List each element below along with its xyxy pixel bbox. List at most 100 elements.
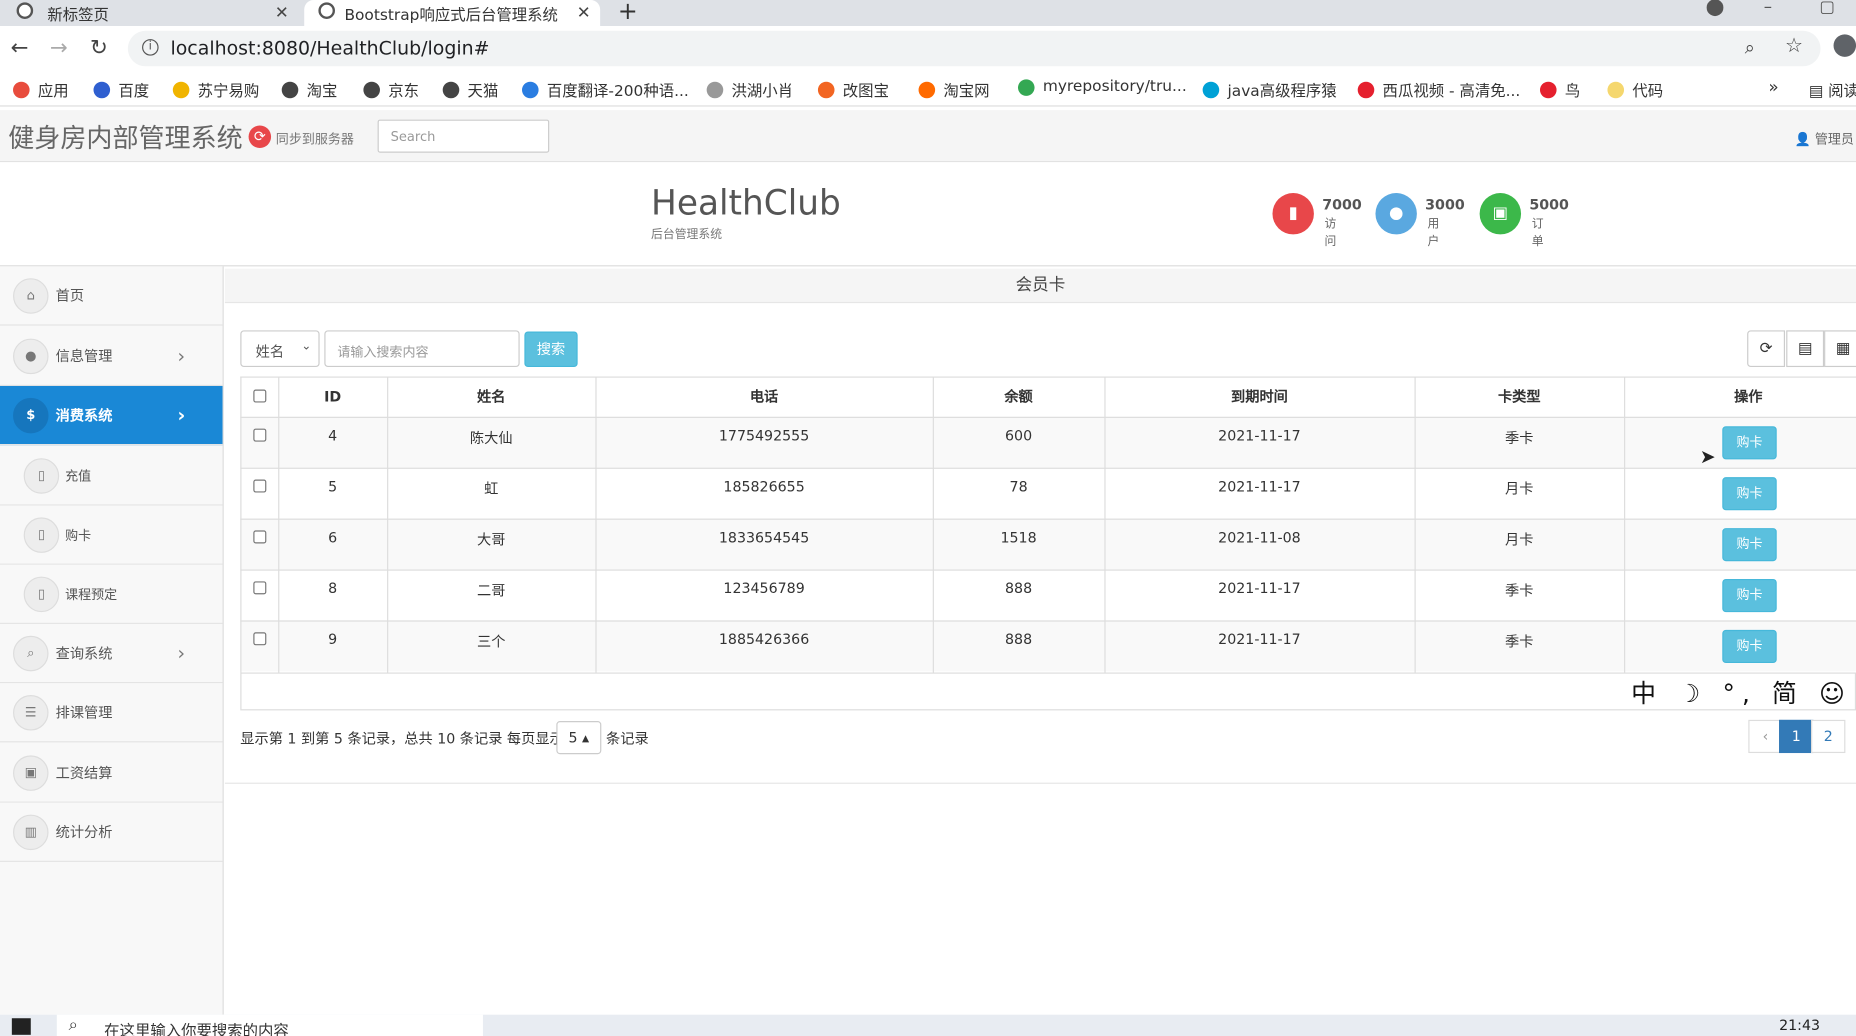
bookmark-icon bbox=[1539, 81, 1557, 98]
buy-card-button[interactable]: 购卡 bbox=[1722, 477, 1777, 511]
column-header-phone[interactable]: 电话 bbox=[595, 377, 932, 417]
row-checkbox[interactable] bbox=[253, 479, 267, 493]
cell-balance: 78 bbox=[1009, 478, 1028, 495]
sidebar-item-label: 查询系统 bbox=[55, 645, 113, 662]
clock[interactable]: 21:43 bbox=[1779, 1017, 1820, 1034]
profile-dropdown-icon[interactable]: ⬤ bbox=[1706, 0, 1725, 17]
search-input[interactable]: 请输入搜索内容 bbox=[324, 330, 520, 368]
sidebar-item-label: 统计分析 bbox=[55, 824, 113, 841]
bookmark-item[interactable]: 京东 bbox=[363, 78, 419, 101]
buy-card-button[interactable]: 购卡 bbox=[1722, 578, 1777, 613]
sync-icon[interactable]: ⟳ bbox=[248, 125, 272, 148]
column-header-id[interactable]: ID bbox=[278, 377, 387, 417]
sidebar-item-stats[interactable]: ▥ 统计分析 bbox=[0, 802, 223, 862]
bookmark-item[interactable]: 百度 bbox=[93, 78, 149, 101]
bookmark-item[interactable]: 西瓜视频 - 高清免... bbox=[1357, 78, 1520, 101]
bookmark-item[interactable]: 鸟 bbox=[1539, 78, 1580, 101]
sidebar-item-schedule[interactable]: ☰ 排课管理 bbox=[0, 683, 223, 743]
windows-start-icon[interactable] bbox=[11, 1018, 31, 1035]
reload-icon[interactable]: ↻ bbox=[90, 36, 108, 61]
sidebar-item-home[interactable]: ⌂ 首页 bbox=[0, 266, 223, 326]
money-icon: ▣ bbox=[13, 754, 49, 791]
select-all-checkbox[interactable] bbox=[253, 389, 267, 403]
maximize-icon[interactable]: ▢ bbox=[1819, 0, 1835, 17]
buy-card-button[interactable]: 购卡 bbox=[1722, 528, 1777, 562]
sync-link[interactable]: 同步到服务器 bbox=[276, 129, 354, 148]
sidebar-item-query[interactable]: ⌕ 查询系统 › bbox=[0, 623, 223, 684]
refresh-icon[interactable]: ⟳ bbox=[1747, 330, 1786, 368]
star-icon[interactable]: ☆ bbox=[1785, 34, 1803, 58]
sidebar-item-salary[interactable]: ▣ 工资结算 bbox=[0, 743, 223, 803]
bookmark-item[interactable]: 代码 bbox=[1607, 78, 1663, 101]
column-header-balance[interactable]: 余额 bbox=[933, 377, 1105, 417]
column-header-card-type[interactable]: 卡类型 bbox=[1415, 377, 1625, 417]
stat-visits: ▮ 7000 访问 bbox=[1272, 192, 1362, 249]
url-text[interactable]: localhost:8080/HealthClub/login# bbox=[170, 37, 489, 59]
page-button-2[interactable]: 2 bbox=[1811, 719, 1846, 754]
ime-toolbar[interactable]: 中 ☽ °, 简 ☺ bbox=[1631, 675, 1852, 711]
page-button-1[interactable]: 1 bbox=[1779, 719, 1814, 754]
bookmark-item[interactable]: 天猫 bbox=[442, 78, 498, 101]
table-divider bbox=[1624, 376, 1626, 673]
search-input[interactable]: Search bbox=[377, 119, 550, 153]
avatar[interactable] bbox=[1833, 34, 1856, 57]
bookmark-item[interactable]: 洪湖小肖 bbox=[706, 78, 794, 101]
user-icon: ● bbox=[1375, 192, 1417, 235]
prev-page-button[interactable]: ‹ bbox=[1748, 719, 1783, 754]
more-bookmarks-icon[interactable]: » bbox=[1768, 78, 1778, 97]
box-icon: ▯ bbox=[23, 457, 60, 494]
cell-card-type: 季卡 bbox=[1505, 429, 1534, 447]
sidebar-item-info[interactable]: ● 信息管理 › bbox=[0, 326, 223, 386]
sidebar-item-label: 课程预定 bbox=[65, 586, 118, 603]
info-icon[interactable]: i bbox=[142, 39, 159, 56]
bookmark-item[interactable]: java高级程序猿 bbox=[1202, 78, 1337, 101]
search-field-select[interactable]: 姓名 ⌄ bbox=[240, 330, 320, 368]
new-tab-button[interactable]: + bbox=[618, 0, 638, 25]
bookmark-item[interactable]: myrepository/tru... bbox=[1017, 78, 1187, 96]
bookmark-label: 洪湖小肖 bbox=[731, 82, 794, 101]
bookmark-item[interactable]: 淘宝 bbox=[281, 78, 337, 101]
bookmark-icon bbox=[918, 81, 936, 98]
app-title[interactable]: 健身房内部管理系统 bbox=[8, 117, 242, 155]
row-checkbox[interactable] bbox=[253, 581, 267, 595]
close-icon[interactable]: ✕ bbox=[577, 4, 591, 23]
column-header-expire[interactable]: 到期时间 bbox=[1104, 377, 1414, 417]
row-checkbox[interactable] bbox=[253, 530, 267, 544]
bookmark-item[interactable]: 改图宝 bbox=[817, 78, 889, 101]
taskbar-search-input[interactable]: 在这里输入你要搜索的内容 bbox=[56, 1014, 483, 1036]
row-checkbox[interactable] bbox=[253, 428, 267, 442]
stat-label: 访问 bbox=[1324, 217, 1337, 249]
bookmark-item[interactable]: 淘宝网 bbox=[918, 78, 990, 101]
browser-tab-newtab[interactable]: 新标签页 ✕ bbox=[0, 0, 298, 26]
zoom-icon[interactable]: ⌕ bbox=[1745, 37, 1755, 58]
stat-label: 订单 bbox=[1531, 217, 1544, 249]
sidebar-item-recharge[interactable]: ▯ 充值 bbox=[0, 446, 223, 506]
back-icon[interactable]: ← bbox=[11, 36, 29, 61]
browser-tab-active[interactable]: Bootstrap响应式后台管理系统 ✕ bbox=[304, 0, 601, 27]
columns-icon[interactable]: ▦ bbox=[1824, 330, 1856, 368]
chevron-down-icon: ⌄ bbox=[301, 339, 312, 353]
admin-menu[interactable]: 👤 管理员 bbox=[1794, 129, 1853, 148]
bookmark-item[interactable]: 百度翻译-200种语... bbox=[522, 78, 689, 101]
buy-card-button[interactable]: 购卡 bbox=[1722, 426, 1777, 460]
row-checkbox[interactable] bbox=[253, 632, 267, 646]
forward-icon[interactable]: → bbox=[50, 36, 68, 61]
sidebar-item-buy-card[interactable]: ▯ 购卡 bbox=[0, 505, 223, 565]
bookmark-item[interactable]: 应用 bbox=[13, 78, 69, 101]
cell-phone: 1833654545 bbox=[718, 529, 810, 546]
reading-list[interactable]: ▤ 阅读 bbox=[1809, 78, 1856, 101]
page-size-select[interactable]: 5 ▴ bbox=[556, 721, 602, 755]
cell-name: 陈大仙 bbox=[469, 429, 513, 447]
minimize-icon[interactable]: – bbox=[1764, 0, 1772, 17]
close-icon[interactable]: ✕ bbox=[275, 4, 289, 23]
search-button[interactable]: 搜索 bbox=[524, 331, 578, 368]
column-header-name[interactable]: 姓名 bbox=[387, 377, 595, 417]
sidebar-item-consumption[interactable]: $ 消费系统 › bbox=[0, 385, 223, 446]
sidebar-item-course-booking[interactable]: ▯ 课程预定 bbox=[0, 564, 223, 624]
buy-card-button[interactable]: 购卡 bbox=[1722, 629, 1777, 664]
bookmark-item[interactable]: 苏宁易购 bbox=[172, 78, 259, 101]
toggle-view-icon[interactable]: ▤ bbox=[1786, 330, 1825, 368]
bookmark-icon bbox=[281, 81, 299, 98]
chart-icon: ▥ bbox=[13, 814, 49, 850]
stat-orders: ▣ 5000 订单 bbox=[1479, 192, 1569, 249]
